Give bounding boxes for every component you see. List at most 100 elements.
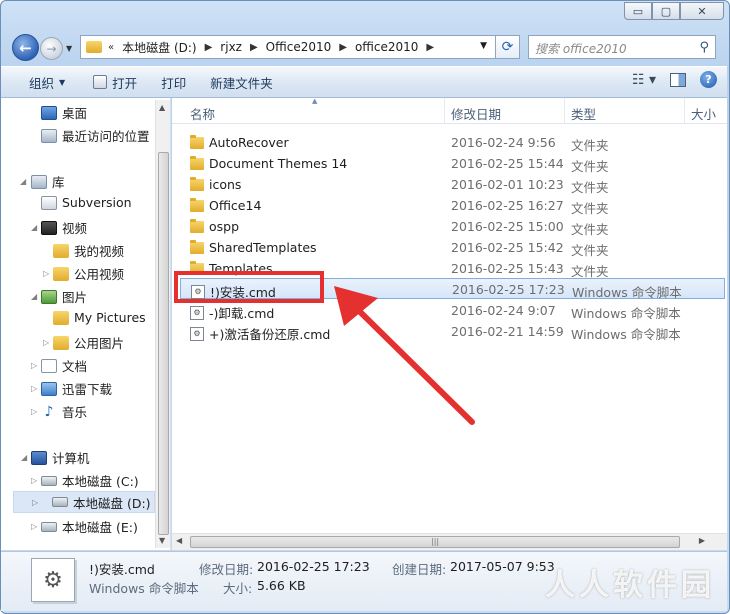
folder-icon	[53, 243, 69, 258]
collapse-triangle-icon[interactable]: ◢	[31, 292, 37, 301]
table-row[interactable]: SharedTemplates 2016-02-25 15:42 文件夹	[180, 237, 725, 258]
file-type: 文件夹	[571, 201, 609, 216]
nav-item-public-pictures[interactable]: ▷ 公用图片	[43, 333, 124, 352]
drive-icon	[52, 497, 68, 507]
expand-triangle-icon[interactable]: ▷	[31, 407, 37, 416]
close-button[interactable]: ✕	[680, 2, 724, 20]
cmd-script-icon: ⚙	[190, 305, 204, 320]
command-bar: 组织 ▼ 打开 打印 新建文件夹 ☷ ▾ ?	[1, 66, 727, 98]
scroll-right-icon[interactable]: ▶	[699, 536, 705, 545]
collapse-triangle-icon[interactable]: ◢	[31, 223, 37, 232]
nav-item-desktop[interactable]: 桌面	[41, 103, 87, 122]
grip-icon: |||	[431, 537, 440, 546]
nav-item-pictures[interactable]: ◢ 图片	[31, 287, 87, 306]
organize-button[interactable]: 组织 ▼	[19, 70, 75, 94]
crumb-separator-icon[interactable]: ▶	[250, 42, 258, 53]
column-divider[interactable]	[684, 98, 685, 124]
scroll-left-icon[interactable]: ◀	[176, 536, 182, 545]
table-row[interactable]: icons 2016-02-01 10:23 文件夹	[180, 174, 725, 195]
address-dropdown-icon[interactable]: ▼	[480, 41, 487, 51]
column-divider[interactable]	[564, 98, 565, 124]
nav-item-subversion[interactable]: Subversion	[41, 195, 132, 210]
column-name[interactable]: 名称	[190, 104, 215, 123]
view-options-icon[interactable]: ☷ ▾	[632, 72, 656, 88]
scrollbar-thumb[interactable]: |||	[190, 536, 680, 548]
open-button[interactable]: 打开	[83, 70, 147, 94]
nav-item-computer[interactable]: ◢ 计算机	[21, 448, 90, 467]
nav-item-public-videos[interactable]: ▷ 公用视频	[43, 264, 124, 283]
table-row[interactable]: Document Themes 14 2016-02-25 15:44 文件夹	[180, 153, 725, 174]
file-date: 2016-02-01 10:23	[451, 177, 564, 192]
history-dropdown-icon[interactable]: ▼	[66, 44, 72, 53]
nav-item-music[interactable]: ▷ ♪ 音乐	[31, 402, 87, 421]
preview-pane-icon[interactable]	[670, 72, 686, 87]
navigation-bar: ← → ▼ « 本地磁盘 (D:) ▶ rjxz ▶ Office2010 ▶ …	[10, 32, 720, 62]
crumb-separator-icon[interactable]: ▶	[339, 42, 347, 53]
nav-label: Subversion	[62, 195, 132, 210]
nav-item-thunder[interactable]: ▷ 迅雷下载	[31, 379, 112, 398]
detail-filetype: Windows 命令脚本	[89, 581, 199, 596]
print-button[interactable]: 打印	[151, 70, 196, 94]
cmd-script-large-icon: ⚙	[31, 558, 75, 602]
nav-pane-scrollbar[interactable]: ▲ ▼	[155, 100, 170, 548]
nav-item-my-videos[interactable]: 我的视频	[53, 241, 124, 260]
nav-item-videos[interactable]: ◢ 视频	[31, 218, 87, 237]
address-bar[interactable]: « 本地磁盘 (D:) ▶ rjxz ▶ Office2010 ▶ office…	[80, 35, 520, 59]
minimize-button[interactable]: ▭	[624, 2, 652, 20]
expand-triangle-icon[interactable]: ▷	[43, 269, 49, 278]
nav-item-drive-d[interactable]: ▷ 本地磁盘 (D:)	[13, 491, 155, 513]
nav-label: 视频	[62, 221, 88, 236]
scrollbar-thumb[interactable]	[158, 152, 169, 535]
table-row[interactable]: ospp 2016-02-25 15:00 文件夹	[180, 216, 725, 237]
scroll-up-icon[interactable]: ▲	[159, 103, 165, 112]
folder-icon	[190, 134, 204, 149]
search-input[interactable]: 搜索 office2010 ⚲	[528, 35, 716, 59]
pictures-library-icon	[41, 289, 57, 304]
crumb-drive-d[interactable]: 本地磁盘 (D:)	[122, 39, 196, 56]
nav-item-drive-e[interactable]: ▷ 本地磁盘 (E:)	[31, 517, 138, 536]
detail-size: 5.66 KB	[257, 578, 306, 593]
column-date[interactable]: 修改日期	[451, 104, 501, 123]
help-icon[interactable]: ?	[700, 71, 717, 88]
column-size[interactable]: 大小	[691, 104, 716, 123]
refresh-button[interactable]: ⟳	[495, 35, 520, 59]
collapse-triangle-icon[interactable]: ◢	[20, 177, 26, 186]
expand-triangle-icon[interactable]: ▷	[32, 498, 38, 507]
table-row[interactable]: Office14 2016-02-25 16:27 文件夹	[180, 195, 725, 216]
back-button[interactable]: ←	[12, 34, 39, 61]
overflow-chevron[interactable]: «	[108, 42, 114, 53]
horizontal-scrollbar[interactable]: ◀ ||| ▶	[172, 533, 727, 550]
crumb-separator-icon[interactable]: ▶	[205, 42, 213, 53]
nav-label: 公用视频	[74, 267, 125, 282]
nav-item-documents[interactable]: ▷ 文档	[31, 356, 87, 375]
nav-item-recent[interactable]: 最近访问的位置	[41, 126, 150, 145]
expand-triangle-icon[interactable]: ▷	[31, 361, 37, 370]
detail-size-label: 大小:	[223, 581, 253, 596]
expand-triangle-icon[interactable]: ▷	[31, 522, 37, 531]
crumb-separator-icon[interactable]: ▶	[426, 42, 434, 53]
expand-triangle-icon[interactable]: ▷	[31, 384, 37, 393]
crumb-office2010-parent[interactable]: Office2010	[266, 40, 332, 54]
folder-icon	[53, 310, 69, 325]
scroll-down-icon[interactable]: ▼	[159, 536, 165, 545]
expand-triangle-icon[interactable]: ▷	[43, 338, 49, 347]
crumb-rjxz[interactable]: rjxz	[220, 40, 242, 54]
nav-item-my-pictures[interactable]: My Pictures	[53, 310, 146, 325]
column-divider[interactable]	[444, 98, 445, 124]
forward-button[interactable]: →	[40, 37, 63, 60]
crumb-office2010[interactable]: office2010	[355, 40, 418, 54]
nav-label: 公用图片	[74, 336, 125, 351]
nav-label: 文档	[62, 359, 88, 374]
collapse-triangle-icon[interactable]: ◢	[21, 453, 27, 462]
file-date: 2016-02-24 9:56	[451, 135, 556, 150]
maximize-button[interactable]: ▢	[652, 2, 680, 20]
table-row[interactable]: AutoRecover 2016-02-24 9:56 文件夹	[180, 132, 725, 153]
search-icon[interactable]: ⚲	[699, 40, 709, 55]
drive-icon	[41, 475, 57, 486]
nav-item-drive-c[interactable]: ▷ 本地磁盘 (C:)	[31, 471, 139, 490]
new-folder-button[interactable]: 新建文件夹	[200, 70, 283, 94]
library-icon	[31, 174, 47, 189]
column-type[interactable]: 类型	[571, 104, 596, 123]
expand-triangle-icon[interactable]: ▷	[31, 476, 37, 485]
nav-item-libraries[interactable]: ◢ 库	[20, 172, 65, 191]
